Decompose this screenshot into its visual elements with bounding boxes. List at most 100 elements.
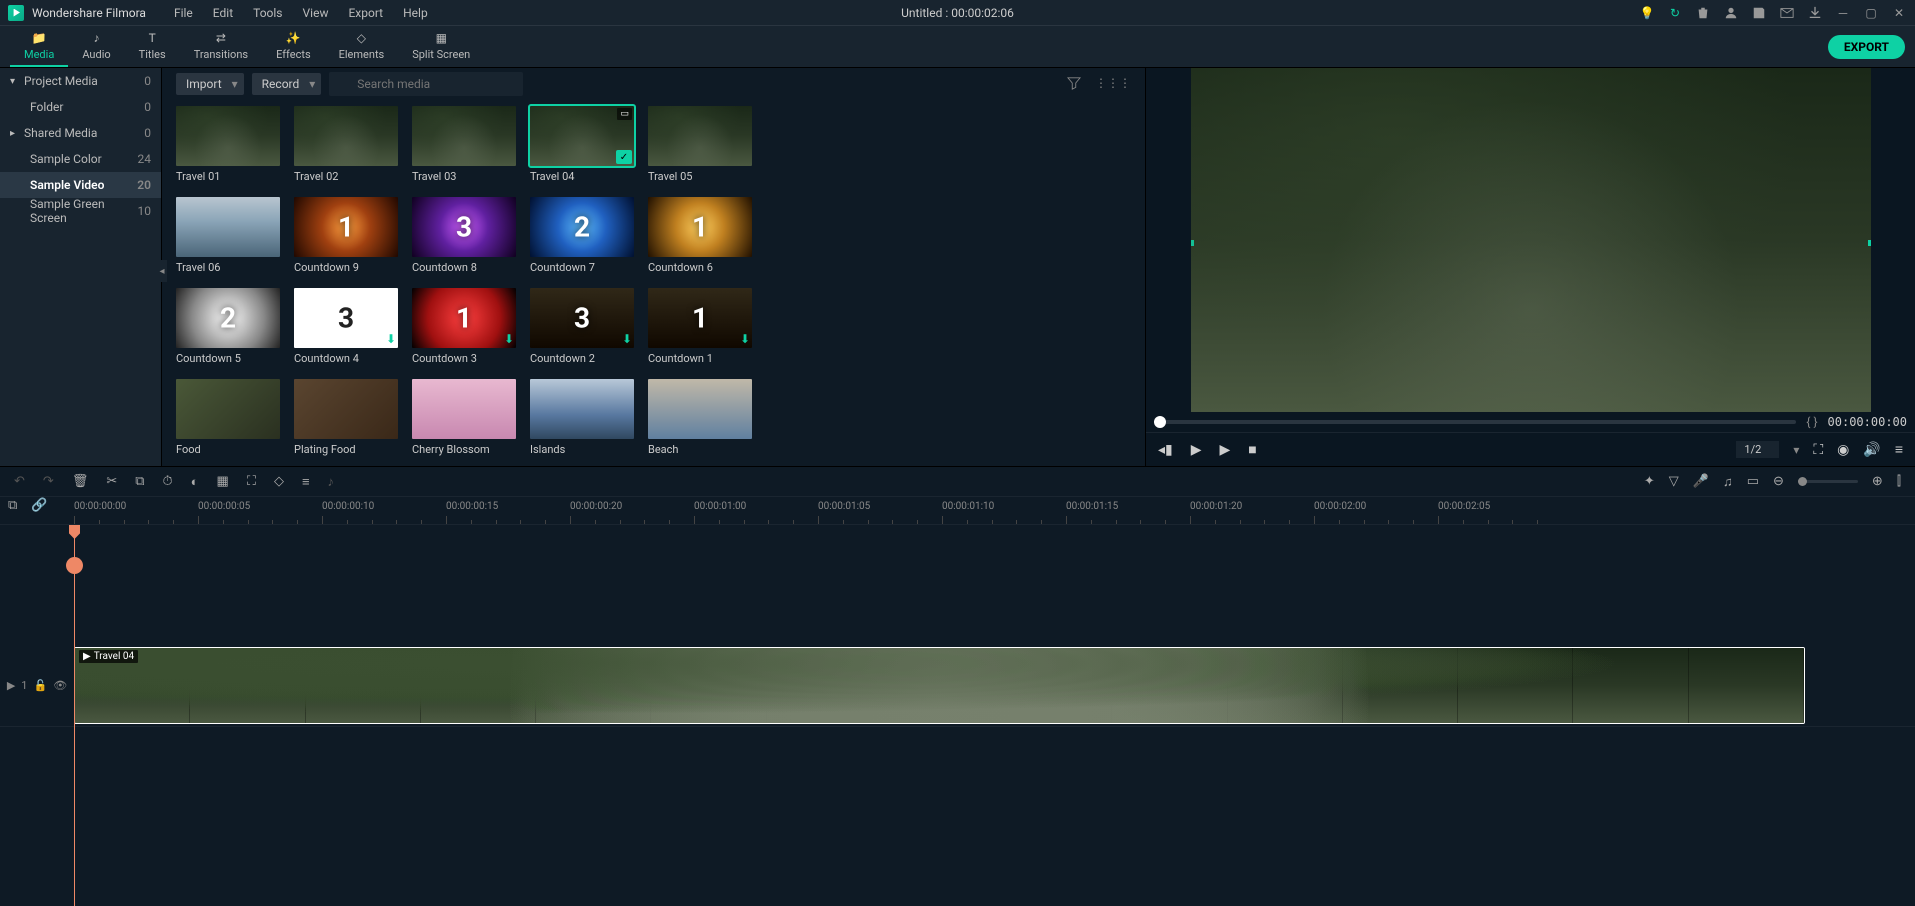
zoom-out-icon[interactable]: ⊖ [1773,474,1784,489]
media-thumb[interactable]: Travel 06 [176,197,280,274]
menu-view[interactable]: View [293,6,339,20]
cut-icon[interactable]: ✂ [106,474,117,489]
tab-transitions[interactable]: ⇄Transitions [180,26,262,67]
media-thumb[interactable]: 3Countdown 8 [412,197,516,274]
marker-icon[interactable]: ▽ [1669,474,1679,489]
menu-export[interactable]: Export [338,6,393,20]
media-thumb[interactable]: Travel 05 [648,106,752,183]
scrubber-handle[interactable] [1154,416,1166,428]
sync-icon[interactable]: ↻ [1667,5,1683,21]
step-forward-button[interactable]: ▶ [1220,442,1231,458]
tab-audio[interactable]: ♪Audio [68,26,124,67]
redo-icon[interactable]: ↷ [43,474,54,489]
render-icon[interactable]: ✦ [1644,474,1655,489]
download-badge-icon[interactable]: ⬇ [740,332,750,346]
record-dropdown[interactable]: Record [252,73,322,95]
sidebar-item-sample-green-screen[interactable]: Sample Green Screen10 [0,198,161,224]
media-thumb[interactable]: 3⬇Countdown 4 [294,288,398,365]
preview-viewport[interactable] [1191,68,1871,412]
import-dropdown[interactable]: Import [176,73,244,95]
trash-icon[interactable] [1695,5,1711,21]
keyframe-icon[interactable]: ◇ [274,474,284,489]
tab-elements[interactable]: ◇Elements [325,26,399,67]
menu-edit[interactable]: Edit [203,6,243,20]
expand-icon[interactable]: ⛶ [247,474,256,489]
volume-icon[interactable]: 🔊 [1863,442,1880,458]
media-thumb[interactable]: ▭✓Travel 04 [530,106,634,183]
sidebar-item-folder[interactable]: Folder0 [0,94,161,120]
download-badge-icon[interactable]: ⬇ [386,332,396,346]
preview-scale-select[interactable]: 1/2 [1736,441,1779,458]
media-thumb[interactable]: Islands [530,379,634,456]
media-thumb[interactable]: 2Countdown 5 [176,288,280,365]
track-visible-icon[interactable]: 👁 [53,679,67,692]
step-back-button[interactable]: ◂▮ [1158,442,1173,458]
media-thumb[interactable]: 1⬇Countdown 1 [648,288,752,365]
sidebar-item-shared-media[interactable]: ▸Shared Media0 [0,120,161,146]
sidebar-item-sample-video[interactable]: Sample Video20 [0,172,161,198]
media-thumb[interactable]: Plating Food [294,379,398,456]
color-icon[interactable]: ◐ [191,474,199,490]
scrubber-track[interactable] [1154,420,1796,424]
sidebar-item-sample-color[interactable]: Sample Color24 [0,146,161,172]
snapshot-icon[interactable]: ◉ [1837,442,1849,458]
user-icon[interactable] [1723,5,1739,21]
save-icon[interactable] [1751,5,1767,21]
tab-effects[interactable]: ✨Effects [262,26,325,67]
settings-icon[interactable]: ≡ [1895,441,1903,458]
sidebar-collapse-handle[interactable]: ◂ [157,260,167,282]
undo-icon[interactable]: ↶ [14,474,25,489]
media-thumb[interactable]: 1Countdown 6 [648,197,752,274]
menu-help[interactable]: Help [393,6,438,20]
zoom-fit-icon[interactable]: ⫿ [1897,474,1901,489]
fullscreen-icon[interactable]: ⛶ [1813,442,1823,458]
media-thumb[interactable]: Beach [648,379,752,456]
image-icon[interactable]: ▦ [217,474,229,489]
download-icon[interactable] [1807,5,1823,21]
close-icon[interactable]: ✕ [1891,5,1907,21]
download-badge-icon[interactable]: ⬇ [504,332,514,346]
zoom-slider[interactable] [1798,480,1858,483]
media-thumb[interactable]: Food [176,379,280,456]
zoom-in-icon[interactable]: ⊕ [1872,474,1883,489]
chevron-down-icon[interactable]: ▾ [1793,443,1799,457]
mixer-icon[interactable]: ♫ [1723,474,1733,490]
search-input[interactable] [329,72,523,96]
menu-tools[interactable]: Tools [243,6,292,20]
stop-button[interactable]: ■ [1248,441,1256,458]
tab-split-screen[interactable]: ▦Split Screen [398,26,484,67]
track-video-icon[interactable]: ▶ [7,679,15,692]
tab-titles[interactable]: TTitles [125,26,180,67]
grid-view-icon[interactable]: ⋮⋮⋮ [1095,76,1131,93]
media-thumb[interactable]: 1⬇Countdown 3 [412,288,516,365]
crop-timeline-icon[interactable]: ▭ [1747,474,1759,489]
menu-file[interactable]: File [164,6,203,20]
media-thumb[interactable]: Travel 03 [412,106,516,183]
speed-icon[interactable]: ⏱ [163,474,173,489]
track-lock-icon[interactable]: 🔓 [33,679,47,692]
media-thumb[interactable]: 3⬇Countdown 2 [530,288,634,365]
delete-icon[interactable]: 🗑 [72,474,89,489]
sidebar-item-project-media[interactable]: ▾Project Media0 [0,68,161,94]
media-thumb[interactable]: 1Countdown 9 [294,197,398,274]
export-button[interactable]: EXPORT [1828,35,1905,59]
video-track-row[interactable]: ▶ 1 🔓 👁 ▶Travel 04 [0,645,1915,727]
mail-icon[interactable] [1779,5,1795,21]
download-badge-icon[interactable]: ⬇ [622,332,632,346]
minimize-icon[interactable]: ─ [1835,5,1851,21]
record-vo-icon[interactable]: 🎤 [1693,474,1709,489]
adjust-icon[interactable]: ≡ [302,474,310,490]
timeline-tracks[interactable]: ▶ 1 🔓 👁 ▶Travel 04 [0,525,1915,906]
tab-media[interactable]: 📁Media [10,26,68,67]
playhead[interactable] [74,525,75,906]
timeline-ruler[interactable]: 00:00:00:0000:00:00:0500:00:00:1000:00:0… [0,497,1915,525]
filter-icon[interactable] [1067,76,1081,93]
audio-icon[interactable]: ♪ [328,474,335,490]
media-thumb[interactable]: Cherry Blossom [412,379,516,456]
media-thumb[interactable]: 2Countdown 7 [530,197,634,274]
crop-icon[interactable]: ⧉ [135,474,144,489]
bracket-icon[interactable]: { } [1806,415,1817,429]
maximize-icon[interactable]: ▢ [1863,5,1879,21]
media-thumb[interactable]: Travel 01 [176,106,280,183]
lightbulb-icon[interactable]: 💡 [1639,5,1655,21]
